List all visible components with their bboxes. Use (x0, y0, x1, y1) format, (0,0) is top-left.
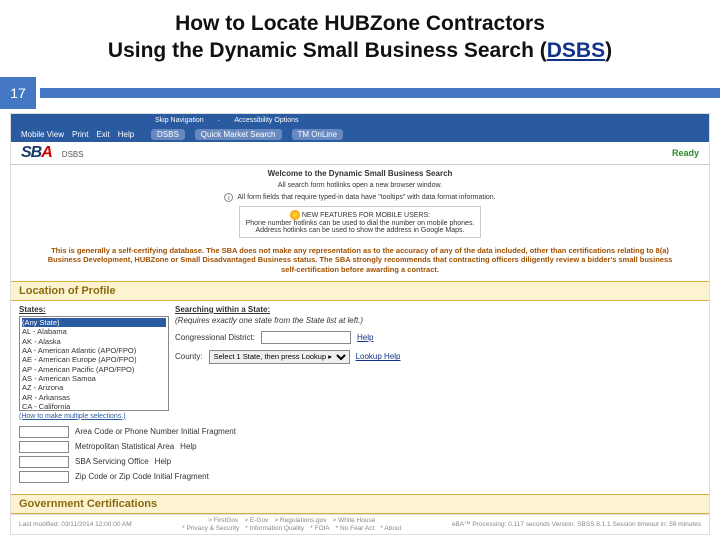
sba-office-label: SBA Servicing Office (75, 457, 149, 466)
slide-title: How to Locate HUBZone Contractors Using … (0, 0, 720, 69)
footer-link[interactable]: > FirstGov (208, 517, 238, 524)
section-location-of-profile: Location of Profile (11, 281, 709, 301)
pill-quick-market[interactable]: Quick Market Search (195, 129, 282, 140)
sba-logo: SBA (21, 144, 52, 162)
footer: Last modified: 03/11/2014 12:00:00 AM > … (11, 514, 709, 534)
footer-link[interactable]: * No Fear Act (336, 525, 375, 532)
additional-fields: Area Code or Phone Number Initial Fragme… (11, 424, 709, 492)
pill-tm-online[interactable]: TM OnLine (292, 129, 344, 140)
state-option-any[interactable]: (Any State) (22, 318, 166, 327)
state-option[interactable]: AP - American Pacific (APO/FPO) (22, 365, 166, 374)
title-line1: How to Locate HUBZone Contractors (40, 10, 680, 37)
msa-input[interactable] (19, 441, 69, 453)
zip-input[interactable] (19, 471, 69, 483)
cong-help-link[interactable]: Help (357, 333, 373, 342)
nav-print[interactable]: Print (72, 130, 88, 139)
cong-district-label: Congressional District: (175, 333, 255, 342)
nav-exit[interactable]: Exit (96, 130, 109, 139)
county-label: County: (175, 352, 203, 361)
title-line2: Using the Dynamic Small Business Search … (40, 37, 680, 64)
sba-office-help-link[interactable]: Help (155, 457, 171, 466)
within-state-note: (Requires exactly one state from the Sta… (175, 316, 363, 325)
footer-link[interactable]: > White House (333, 517, 376, 524)
status-ready: Ready (672, 148, 699, 158)
top-nav: Skip Navigation · Accessibility Options (11, 114, 709, 127)
state-option[interactable]: AR - Arkansas (22, 393, 166, 402)
last-modified: Last modified: 03/11/2014 12:00:00 AM (19, 521, 132, 528)
state-option[interactable]: AE - American Europe (APO/FPO) (22, 355, 166, 364)
pill-dsbs[interactable]: DSBS (151, 129, 185, 140)
area-code-label: Area Code or Phone Number Initial Fragme… (75, 427, 236, 436)
state-option[interactable]: AK - Alaska (22, 337, 166, 346)
footer-link[interactable]: > E-Gov (244, 517, 268, 524)
header-line (40, 88, 720, 98)
footer-link[interactable]: > Regulations.gov (274, 517, 326, 524)
footer-link[interactable]: * About (380, 525, 401, 532)
msa-label: Metropolitan Statistical Area (75, 442, 174, 451)
footer-link[interactable]: * Privacy & Security (182, 525, 239, 532)
intro-block: Welcome to the Dynamic Small Business Se… (11, 165, 709, 242)
disclaimer-text: This is generally a self-certifying data… (11, 242, 709, 279)
state-option[interactable]: AA - American Atlantic (APO/FPO) (22, 346, 166, 355)
new-features-box: NEW FEATURES FOR MOBILE USERS: Phone num… (239, 206, 482, 238)
within-state-label: Searching within a State: (175, 305, 701, 314)
logo-subtitle: DSBS (62, 150, 84, 159)
state-option[interactable]: AS - American Samoa (22, 374, 166, 383)
footer-link[interactable]: * FOIA (310, 525, 330, 532)
cong-district-input[interactable] (261, 331, 351, 344)
top-nav-row2: Mobile View Print Exit Help DSBS Quick M… (11, 127, 709, 142)
logo-row: SBA DSBS Ready (11, 142, 709, 165)
multi-select-hint-link[interactable]: (How to make multiple selections.) (19, 413, 126, 420)
header-bar: 17 (0, 77, 720, 109)
sba-office-input[interactable] (19, 456, 69, 468)
state-option[interactable]: AZ - Arizona (22, 383, 166, 392)
footer-processing: eBA™ Processing: 0.117 seconds Version: … (452, 521, 701, 528)
states-label: States: (19, 305, 169, 314)
dsbs-link[interactable]: DSBS (547, 39, 605, 62)
section-gov-certs: Government Certifications (11, 494, 709, 514)
nav-help[interactable]: Help (118, 130, 134, 139)
welcome-heading: Welcome to the Dynamic Small Business Se… (51, 169, 669, 178)
state-option[interactable]: AL - Alabama (22, 327, 166, 336)
states-listbox[interactable]: (Any State) AL - Alabama AK - Alaska AA … (19, 316, 169, 411)
footer-link[interactable]: * Information Quality (245, 525, 304, 532)
page-number: 17 (0, 77, 36, 109)
zip-label: Zip Code or Zip Code Initial Fragment (75, 472, 209, 481)
info-icon: i (224, 193, 233, 202)
county-select[interactable]: Select 1 State, then press Lookup ▸ (209, 350, 350, 364)
msa-help-link[interactable]: Help (180, 442, 196, 451)
lookup-help-link[interactable]: Lookup Help (356, 352, 401, 361)
state-option[interactable]: CA - California (22, 402, 166, 411)
search-area: States: (Any State) AL - Alabama AK - Al… (11, 301, 709, 424)
nav-mobile-view[interactable]: Mobile View (21, 130, 64, 139)
intro-line-2: i All form fields that require typed-in … (51, 193, 669, 202)
skip-navigation-link[interactable]: Skip Navigation (155, 117, 204, 124)
intro-line-1: All search form hotlinks open a new brow… (51, 182, 669, 189)
area-code-input[interactable] (19, 426, 69, 438)
accessibility-link[interactable]: Accessibility Options (234, 117, 298, 124)
embedded-screenshot: Skip Navigation · Accessibility Options … (10, 113, 710, 535)
new-star-icon (290, 210, 300, 220)
